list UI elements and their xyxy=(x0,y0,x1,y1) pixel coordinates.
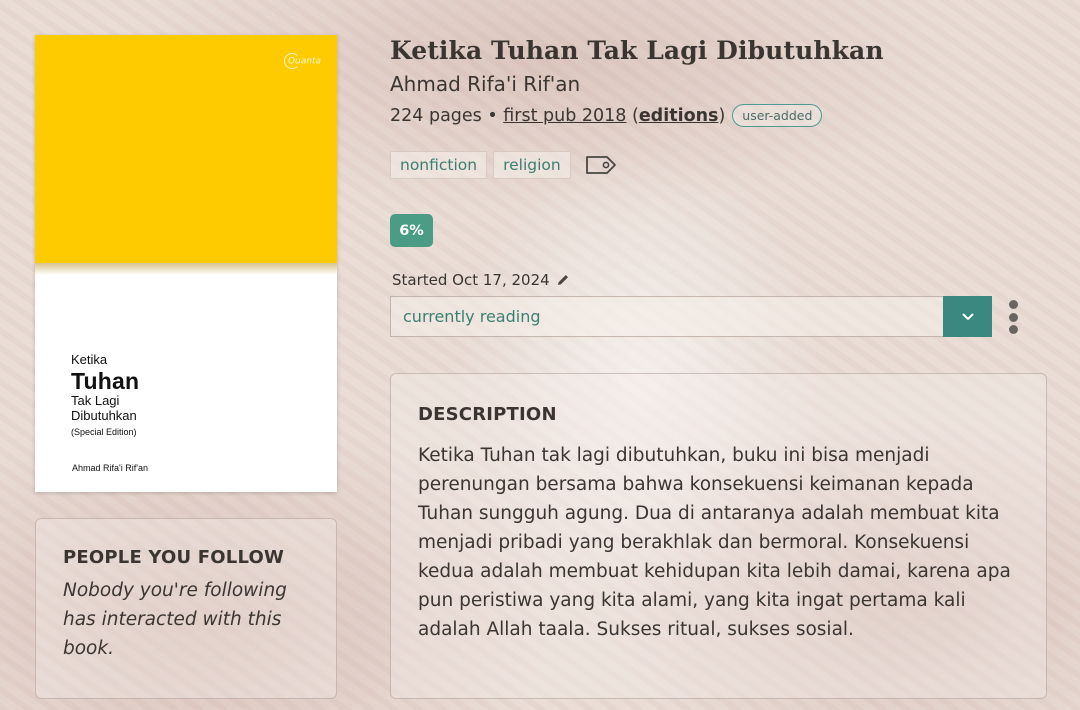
people-you-follow-card: PEOPLE YOU FOLLOW Nobody you're followin… xyxy=(35,518,337,699)
tag-nonfiction[interactable]: nonfiction xyxy=(390,151,488,179)
cover-yellow-block xyxy=(35,35,337,263)
paren-close: ) xyxy=(718,105,726,126)
reading-status-select[interactable]: currently reading xyxy=(390,296,992,337)
user-added-badge: user-added xyxy=(732,104,823,127)
meta-separator: • xyxy=(481,105,504,126)
cover-title: Ketika Tuhan Tak Lagi Dibutuhkan (Specia… xyxy=(71,352,140,438)
page-count: 224 pages xyxy=(390,105,482,126)
cover-author: Ahmad Rifa'i Rif'an xyxy=(72,463,148,473)
started-date[interactable]: Started Oct 17, 2024 xyxy=(392,271,570,289)
add-tag-icon[interactable] xyxy=(585,155,617,175)
status-dropdown-button[interactable] xyxy=(943,296,992,337)
people-you-follow-title: PEOPLE YOU FOLLOW xyxy=(63,547,285,568)
tag-list: nonfiction religion xyxy=(390,151,617,179)
cover-divider xyxy=(35,263,337,275)
reading-progress-badge[interactable]: 6% xyxy=(390,214,433,247)
cover-publisher-logo: Quanta xyxy=(283,53,321,69)
description-text: Ketika Tuhan tak lagi dibutuhkan, buku i… xyxy=(418,445,1011,640)
pencil-icon[interactable] xyxy=(556,273,570,287)
paren-open: ( xyxy=(626,105,639,126)
first-pub-link[interactable]: first pub 2018 xyxy=(503,106,626,126)
book-meta: 224 pages • first pub 2018 ( editions ) … xyxy=(390,104,823,127)
tag-religion[interactable]: religion xyxy=(493,151,571,179)
book-title: Ketika Tuhan Tak Lagi Dibutuhkan xyxy=(390,36,884,65)
book-cover[interactable]: Quanta Ketika Tuhan Tak Lagi Dibutuhkan … xyxy=(35,35,337,492)
reading-status-value: currently reading xyxy=(403,307,541,326)
chevron-down-icon xyxy=(962,313,973,320)
people-you-follow-empty-text: Nobody you're following has interacted w… xyxy=(63,580,287,659)
description-title: DESCRIPTION xyxy=(418,404,557,425)
editions-link[interactable]: editions xyxy=(639,106,719,126)
description-card: DESCRIPTION Ketika Tuhan tak lagi dibutu… xyxy=(390,373,1047,699)
started-date-text: Started Oct 17, 2024 xyxy=(392,271,550,289)
more-options-icon[interactable] xyxy=(1006,298,1020,336)
book-author-link[interactable]: Ahmad Rifa'i Rif'an xyxy=(390,72,580,96)
